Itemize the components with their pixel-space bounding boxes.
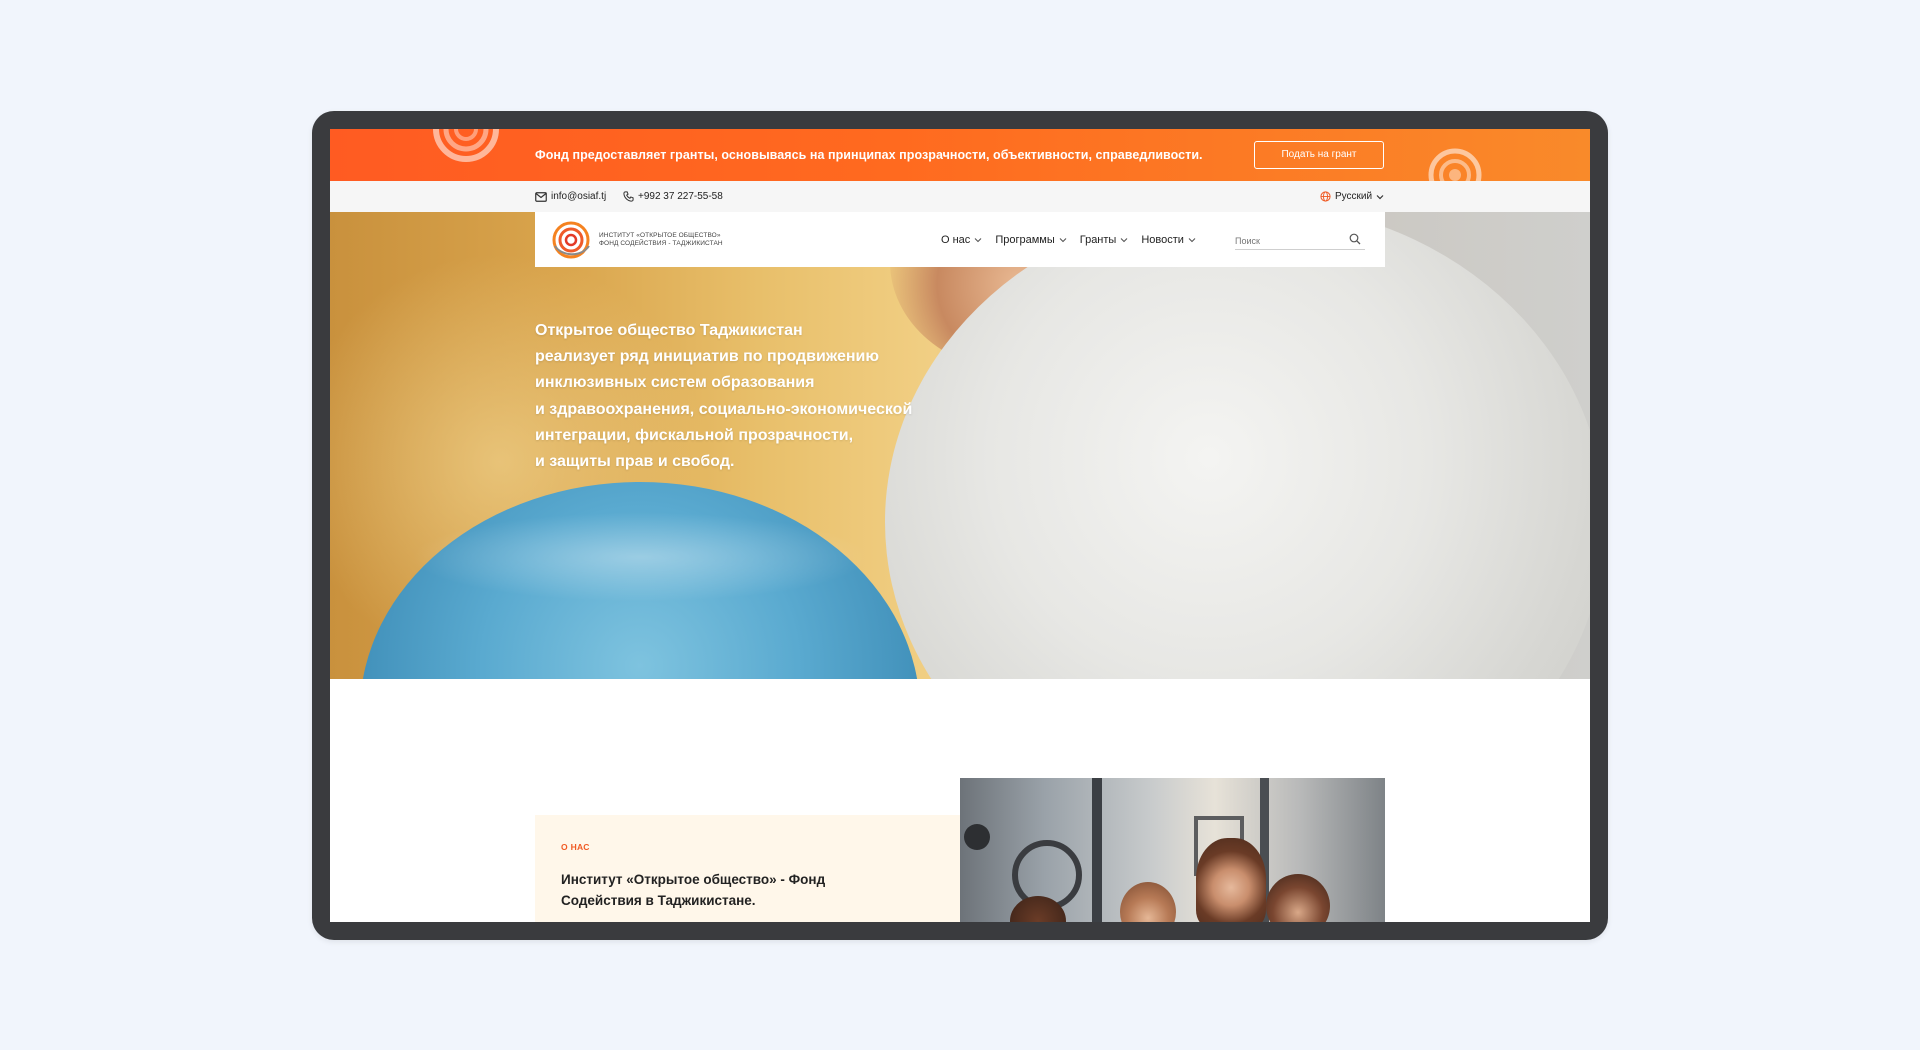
logo-line: Институт «Открытое общество» [599, 232, 721, 239]
menu: О нас Программы Гранты Новости [941, 212, 1209, 267]
chevron-down-icon [1059, 237, 1067, 242]
hero-line: реализует ряд инициатив по продвижению [535, 348, 880, 366]
hero-line: и здравоохранения, социально-экономическ… [535, 400, 913, 418]
promo-text: Фонд предоставляет гранты, основываясь н… [535, 148, 1203, 162]
search-box [1235, 231, 1365, 250]
phone-icon [623, 191, 634, 202]
hero-banner: Открытое общество Таджикистан реализует … [330, 212, 1590, 679]
photo-door-frame [1092, 778, 1102, 922]
hero-heading: Открытое общество Таджикистан реализует … [535, 318, 925, 475]
chevron-down-icon [1188, 237, 1196, 242]
menu-label: Новости [1141, 233, 1184, 246]
photo-person [1266, 874, 1330, 922]
phone-link[interactable]: +992 37 227-55-58 [623, 181, 723, 212]
hero-line: Открытое общество Таджикистан [535, 322, 803, 339]
menu-item-grants[interactable]: Гранты [1080, 234, 1129, 246]
logo-text: Институт «Открытое общество» Фонд содейс… [599, 232, 723, 248]
globe-icon [1320, 191, 1331, 202]
photo-wall-dot [964, 824, 990, 850]
hero-line: инклюзивных систем образования [535, 374, 815, 392]
logo-line: Фонд содействия - Таджикистан [599, 240, 723, 247]
menu-item-programs[interactable]: Программы [995, 233, 1067, 246]
menu-item-news[interactable]: Новости [1141, 234, 1196, 246]
photo-person [1196, 838, 1266, 922]
email-text: info@osiaf.tj [551, 191, 607, 202]
menu-label: Программы [995, 233, 1055, 246]
menu-item-about[interactable]: О нас [941, 234, 982, 246]
menu-label: О нас [941, 233, 971, 246]
language-label: Русский [1335, 191, 1373, 202]
about-title: Институт «Открытое общество» - Фонд Соде… [561, 872, 826, 908]
email-link[interactable]: info@osiaf.tj [535, 181, 606, 212]
chevron-down-icon [1376, 194, 1384, 199]
apply-grant-button[interactable]: Подать на грант [1254, 141, 1384, 169]
contact-bar: info@osiaf.tj +992 37 227-55-58 Русский [330, 181, 1590, 212]
search-icon[interactable] [1349, 233, 1361, 245]
about-card: О НАС Институт «Открытое общество» - Фон… [535, 815, 960, 922]
hero-line: интеграции, фискальной прозрачности, [535, 426, 854, 444]
chevron-down-icon [1120, 237, 1128, 242]
device-frame: Фонд предоставляет гранты, основываясь н… [312, 111, 1608, 940]
swirl-decoration-icon [433, 129, 499, 162]
website-screen: Фонд предоставляет гранты, основываясь н… [330, 129, 1590, 922]
language-selector[interactable]: Русский [1320, 181, 1384, 212]
phone-text: +992 37 227-55-58 [638, 191, 723, 202]
hero-image-blue-highlight [410, 512, 870, 602]
chevron-down-icon [974, 237, 982, 242]
search-input[interactable] [1235, 233, 1335, 249]
swirl-logo-icon [552, 221, 590, 259]
site-logo[interactable]: Институт «Открытое общество» Фонд содейс… [551, 220, 723, 260]
photo-person [1120, 882, 1176, 922]
about-label: О НАС [561, 842, 590, 852]
about-photo [960, 778, 1385, 922]
main-navigation: Институт «Открытое общество» Фонд содейс… [535, 212, 1385, 267]
promo-bar: Фонд предоставляет гранты, основываясь н… [330, 129, 1590, 181]
hero-line: и защиты прав и свобод. [535, 453, 735, 471]
swirl-decoration-icon [1428, 148, 1482, 181]
mail-icon [535, 191, 547, 202]
menu-label: Гранты [1079, 233, 1117, 246]
